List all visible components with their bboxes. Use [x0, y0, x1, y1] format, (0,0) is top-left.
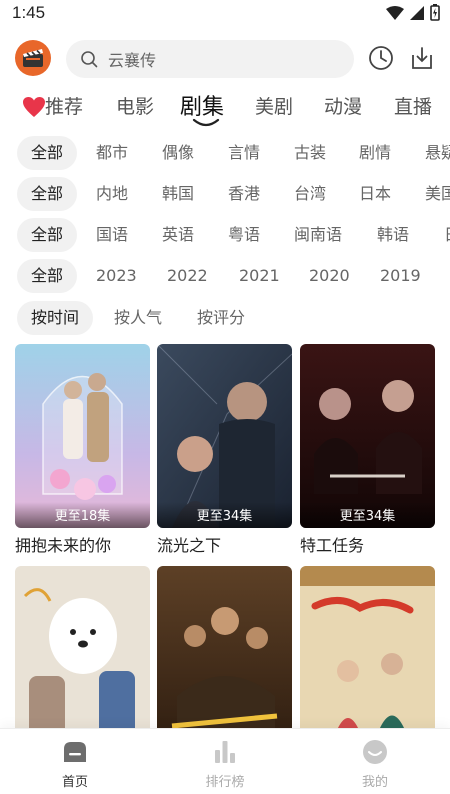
search-input[interactable]: 云襄传 — [66, 40, 354, 78]
signal-icon — [410, 5, 424, 20]
home-icon — [64, 742, 86, 762]
filter-language-all[interactable]: 全部 — [17, 218, 78, 252]
poster-image[interactable]: 更至18集 — [15, 344, 150, 528]
nav-home-label: 首页 — [61, 775, 88, 790]
poster-image[interactable]: 更至34集 — [300, 344, 435, 528]
poster-art — [157, 566, 292, 750]
heart-icon — [23, 97, 45, 117]
history-button[interactable] — [367, 44, 395, 72]
filter-genre-item[interactable]: 都市 — [82, 136, 142, 170]
poster-art — [300, 344, 435, 528]
filter-genre-all[interactable]: 全部 — [17, 136, 78, 170]
filter-language-item[interactable]: 英语 — [148, 218, 208, 252]
tab-anime[interactable]: 动漫 — [324, 92, 362, 119]
header: 云襄传 — [0, 38, 450, 82]
filter-region-item[interactable]: 日本 — [345, 177, 405, 211]
category-tabs: 推荐 电影 剧集 美剧 动漫 直播 — [0, 84, 450, 128]
filter-genre-item[interactable]: 剧情 — [345, 136, 405, 170]
poster-image[interactable] — [157, 566, 292, 750]
poster-image[interactable]: 更至34集 — [157, 344, 292, 528]
bar-chart-icon — [215, 741, 235, 763]
bottom-nav: 首页 排行榜 我的 — [0, 728, 450, 794]
download-icon — [412, 47, 432, 69]
card-title[interactable]: 流光之下 — [157, 532, 221, 556]
filter-region-item[interactable]: 香港 — [214, 177, 274, 211]
search-icon — [81, 51, 98, 68]
download-button[interactable] — [408, 44, 436, 72]
filter-region-row: 全部 内地 韩国 香港 台湾 日本 美国 — [0, 177, 450, 213]
sort-by-time[interactable]: 按时间 — [17, 301, 94, 335]
status-icons — [386, 4, 440, 21]
sort-by-popularity[interactable]: 按人气 — [100, 301, 176, 335]
card-title[interactable]: 特工任务 — [300, 532, 364, 556]
sort-row: 按时间 按人气 按评分 — [0, 301, 450, 337]
episode-badge: 更至34集 — [157, 502, 292, 528]
episode-badge: 更至18集 — [15, 502, 150, 528]
clapperboard-icon — [23, 49, 43, 67]
card-title[interactable]: 拥抱未来的你 — [15, 532, 111, 556]
nav-home[interactable]: 首页 — [35, 737, 115, 790]
filter-genre-item[interactable]: 悬疑 — [411, 136, 450, 170]
filter-year-item[interactable]: 2022 — [153, 259, 222, 293]
filter-region-all[interactable]: 全部 — [17, 177, 78, 211]
tab-series[interactable]: 剧集 — [180, 89, 224, 121]
filter-language-row: 全部 国语 英语 粤语 闽南语 韩语 日 — [0, 218, 450, 254]
clock-icon — [369, 46, 393, 70]
tab-active-indicator — [192, 118, 220, 127]
poster-art — [15, 566, 150, 750]
nav-ranking-label: 排行榜 — [205, 775, 245, 790]
smiley-icon — [363, 740, 387, 764]
filter-genre-item[interactable]: 言情 — [214, 136, 274, 170]
app-logo[interactable] — [15, 40, 51, 76]
filter-year-item[interactable]: 2019 — [366, 259, 435, 293]
filter-region-item[interactable]: 韩国 — [148, 177, 208, 211]
tab-movie[interactable]: 电影 — [116, 92, 154, 119]
poster-image[interactable] — [300, 566, 435, 750]
nav-profile[interactable]: 我的 — [335, 737, 415, 790]
filter-region-item[interactable]: 美国 — [411, 177, 450, 211]
filter-genre-row: 全部 都市 偶像 言情 古装 剧情 悬疑 — [0, 136, 450, 172]
filter-genre-item[interactable]: 古装 — [280, 136, 340, 170]
filter-region-item[interactable]: 台湾 — [280, 177, 340, 211]
poster-image[interactable] — [15, 566, 150, 750]
filter-language-item[interactable]: 粤语 — [214, 218, 274, 252]
tab-us-series[interactable]: 美剧 — [255, 92, 293, 119]
poster-art — [300, 566, 435, 750]
tab-recommend[interactable]: 推荐 — [45, 92, 83, 119]
nav-profile-label: 我的 — [361, 775, 388, 790]
filter-language-item[interactable]: 日 — [430, 218, 450, 252]
tab-live[interactable]: 直播 — [394, 92, 432, 119]
nav-ranking[interactable]: 排行榜 — [185, 737, 265, 790]
battery-icon — [430, 4, 440, 21]
filter-genre-item[interactable]: 偶像 — [148, 136, 208, 170]
episode-badge: 更至34集 — [300, 502, 435, 528]
filter-year-all[interactable]: 全部 — [17, 259, 78, 293]
sort-by-rating[interactable]: 按评分 — [183, 301, 259, 335]
filter-year-item[interactable]: 2021 — [225, 259, 294, 293]
search-placeholder: 云襄传 — [108, 51, 157, 70]
filter-year-item[interactable]: 2023 — [82, 259, 151, 293]
filter-year-item[interactable]: 2020 — [295, 259, 364, 293]
poster-art — [15, 344, 150, 528]
filter-region-item[interactable]: 内地 — [82, 177, 142, 211]
status-bar: 1:45 — [0, 0, 450, 26]
status-time: 1:45 — [12, 3, 46, 22]
filter-language-item[interactable]: 韩语 — [363, 218, 423, 252]
wifi-icon — [386, 5, 404, 20]
poster-art — [157, 344, 292, 528]
filter-language-item[interactable]: 国语 — [82, 218, 142, 252]
filter-year-row: 全部 2023 2022 2021 2020 2019 — [0, 259, 450, 295]
filter-language-item[interactable]: 闽南语 — [280, 218, 356, 252]
